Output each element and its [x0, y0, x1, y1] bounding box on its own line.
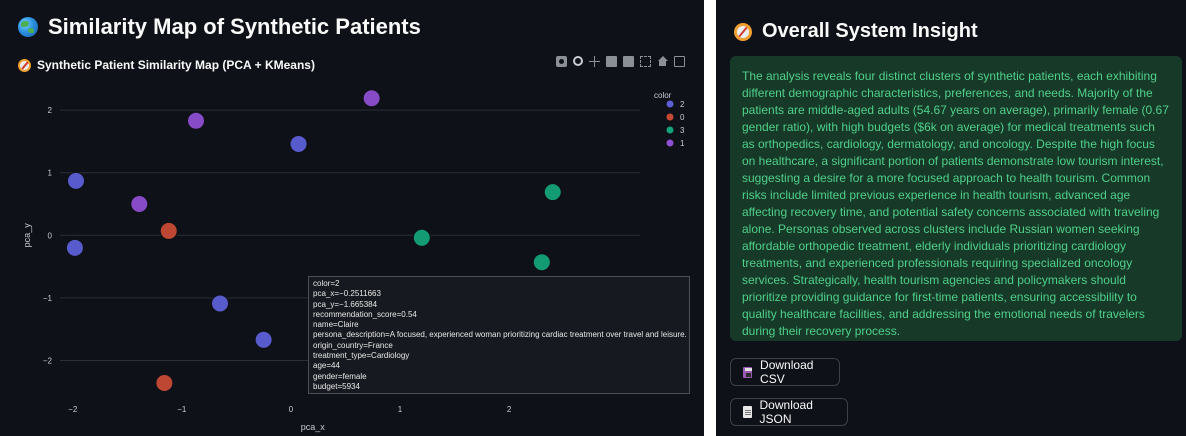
y-tick-label: 0	[48, 231, 53, 240]
insight-panel: Overall System Insight The analysis reve…	[716, 0, 1186, 436]
y-tick-label: −1	[43, 294, 53, 303]
x-tick-label: 0	[289, 405, 294, 414]
tooltip-line: color=2	[313, 279, 340, 288]
data-point-cluster-0[interactable]	[155, 373, 174, 392]
legend-label-0[interactable]: 0	[680, 113, 685, 122]
legend-title: color	[654, 91, 672, 100]
legend-label-1[interactable]: 1	[680, 139, 685, 148]
document-icon	[743, 406, 752, 418]
x-tick-label: −2	[68, 405, 78, 414]
tooltip-line: recommendation_score=0.54	[313, 309, 417, 319]
data-point-cluster-2[interactable]	[211, 294, 229, 313]
download-json-label: Download JSON	[759, 398, 813, 426]
compass-icon	[734, 22, 752, 41]
data-point-cluster-2[interactable]	[65, 238, 84, 257]
data-point-cluster-2[interactable]	[254, 330, 273, 349]
similarity-map-panel: Similarity Map of Synthetic Patients Syn…	[0, 0, 704, 436]
insight-title-text: Overall System Insight	[762, 20, 978, 42]
data-point-cluster-2[interactable]	[67, 171, 85, 190]
y-tick-label: 1	[48, 169, 53, 178]
y-axis-label: pca_y	[22, 223, 32, 248]
y-tick-label: 2	[48, 106, 53, 115]
tooltip-line: treatment_type=Cardiology	[313, 351, 410, 361]
download-json-button[interactable]: Download JSON	[730, 398, 848, 426]
legend-marker-2[interactable]	[666, 100, 674, 108]
tooltip-line: pca_y=−1.665384	[313, 299, 378, 309]
insight-text-box: The analysis reveals four distinct clust…	[730, 56, 1182, 341]
x-axis-label: pca_x	[301, 422, 326, 432]
data-point-cluster-1[interactable]	[362, 89, 381, 108]
tooltip-line: name=Claire	[313, 320, 359, 330]
x-tick-label: −1	[177, 405, 187, 414]
legend-label-3[interactable]: 3	[680, 126, 685, 135]
x-tick-label: 2	[507, 405, 512, 414]
legend-marker-0[interactable]	[666, 113, 674, 121]
legend-marker-1[interactable]	[666, 139, 674, 147]
data-point-cluster-2[interactable]	[289, 134, 308, 153]
data-point-cluster-3[interactable]	[532, 253, 551, 272]
data-point-cluster-3[interactable]	[412, 228, 431, 247]
tooltip-line: gender=female	[313, 371, 367, 381]
download-csv-label: Download CSV	[760, 358, 814, 386]
legend-label-2[interactable]: 2	[680, 100, 685, 109]
data-point-cluster-3[interactable]	[543, 183, 562, 202]
data-point-cluster-1[interactable]	[187, 111, 205, 130]
data-point-cluster-1[interactable]	[130, 195, 149, 214]
y-tick-label: −2	[43, 356, 53, 365]
data-point-cluster-0[interactable]	[159, 221, 178, 240]
insight-title: Overall System Insight	[734, 20, 978, 43]
tooltip-line: pca_x=−0.2511663	[313, 289, 381, 299]
tooltip-line: persona_description=A focused, experienc…	[313, 330, 687, 340]
download-csv-button[interactable]: Download CSV	[730, 358, 840, 386]
x-tick-label: 1	[398, 405, 403, 414]
floppy-disk-icon	[743, 366, 753, 378]
tooltip-line: age=44	[313, 361, 340, 371]
tooltip-line: budget=5934	[313, 381, 360, 391]
tooltip-line: origin_country=France	[313, 340, 393, 350]
hover-tooltip: color=2 pca_x=−0.2511663 pca_y=−1.665384 re…	[308, 276, 690, 394]
legend-marker-3[interactable]	[666, 126, 674, 134]
